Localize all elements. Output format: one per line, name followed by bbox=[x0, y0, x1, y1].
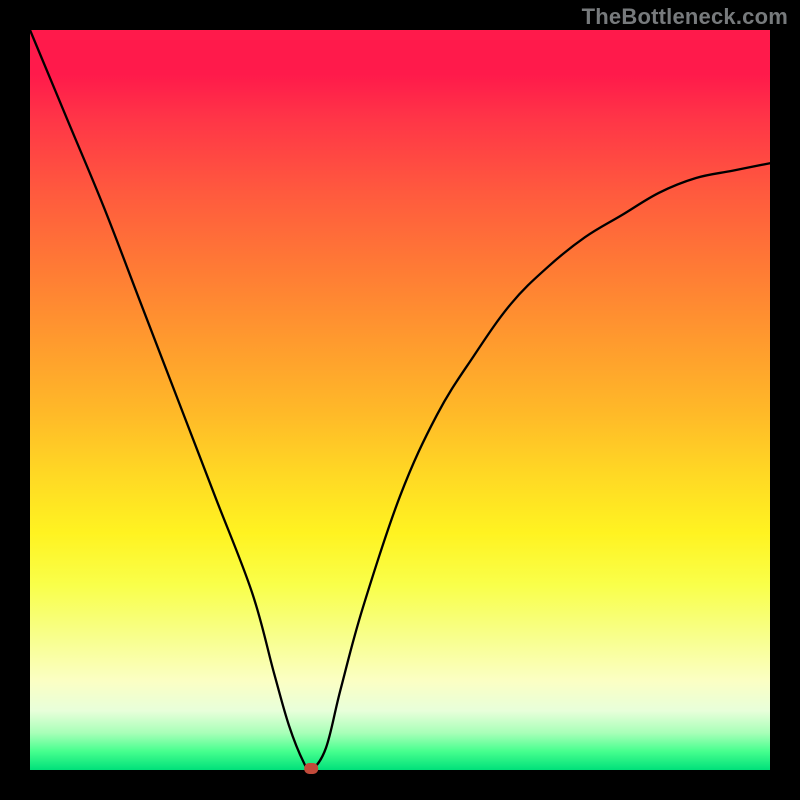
minimum-marker bbox=[304, 763, 318, 774]
plot-area bbox=[30, 30, 770, 770]
watermark-text: TheBottleneck.com bbox=[582, 4, 788, 30]
curve-svg bbox=[30, 30, 770, 770]
chart-frame: TheBottleneck.com bbox=[0, 0, 800, 800]
bottleneck-curve bbox=[30, 30, 770, 771]
